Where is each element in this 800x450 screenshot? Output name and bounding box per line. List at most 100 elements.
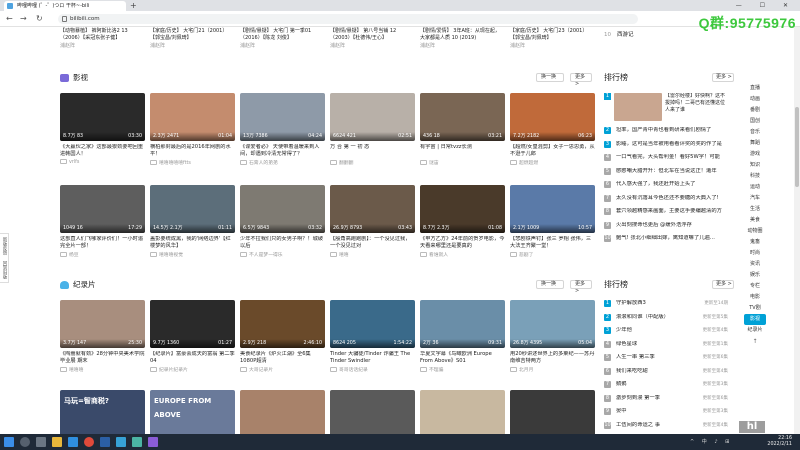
- ranking-item[interactable]: 3 少年他 更新至第4集: [604, 327, 728, 339]
- uploader[interactable]: 谜宙: [420, 159, 505, 166]
- video-thumbnail[interactable]: 8624 205 1:54:22: [330, 300, 415, 348]
- edge-icon[interactable]: [68, 437, 78, 447]
- video-title[interactable]: 盖彭要统成黑，我的'网络边界'【红楼梦的风华】: [150, 236, 235, 250]
- uploader[interactable]: 嘻嘻: [330, 251, 415, 258]
- uploader[interactable]: 不理骗: [420, 366, 505, 373]
- back-arrow-icon[interactable]: ←: [6, 11, 13, 27]
- nav-item-12[interactable]: 美食: [744, 215, 766, 226]
- video-thumbnail[interactable]: 1049 16 17:29: [60, 185, 145, 233]
- video-card[interactable]: 2.3万 2471 01:04 横柏那封最后的是2016年网剧的水平！ 嘻嘻嘻嘻嘻ft…: [150, 93, 235, 166]
- video-title[interactable]: 【纪录片】富豪会成天的富翁 第二季 04: [150, 351, 235, 365]
- video-card[interactable]: 8624 205 1:54:22 Tinder 大骗徒/Tinder 诈骗王 The…: [330, 300, 415, 373]
- video-thumbnail[interactable]: 2.9万 218 2:46:10: [240, 300, 325, 348]
- nav-item-22[interactable]: 纪录片: [744, 325, 766, 336]
- video-thumbnail[interactable]: 2.3万 2471 01:04: [150, 93, 235, 141]
- video-thumbnail[interactable]: 2.1万 1009 10:57: [510, 185, 595, 233]
- video-card[interactable]: 8.7万 2.3万 01:08 《甲方乙方》24年前的贺岁电影，今天看来哪里还是要真…: [420, 185, 505, 258]
- ranking-item[interactable]: 10 鲍气! 张北小细细出嫁，离知道嘛了几遍...: [604, 235, 728, 247]
- more-button[interactable]: 更多 >: [570, 280, 592, 294]
- video-card[interactable]: 9.7万 1360 01:27 【纪录片】富豪会成天的富翁 第二季 04 纪录片纪录片: [150, 300, 235, 373]
- uploader[interactable]: vrlfs: [60, 159, 145, 165]
- top-video-item[interactable]: 【动物暴植】 裤阿斯比洛2 13（2006）【采冠东张子健】 浦赵阵: [60, 28, 142, 50]
- app-icon[interactable]: [100, 437, 110, 447]
- video-thumbnail[interactable]: 3.7万 147 25:30: [60, 300, 145, 348]
- video-title[interactable]: 华夏文字幕《鸟瞰欧洲 Europe From Above》S01: [420, 351, 505, 365]
- ranking-more-button[interactable]: 更多 >: [712, 73, 734, 82]
- uploader[interactable]: 纪录片纪录片: [150, 366, 235, 373]
- video-thumbnail[interactable]: 26.8万 4395 05:04: [510, 300, 595, 348]
- feedback-tab[interactable]: 新版反馈: [0, 234, 8, 258]
- nav-item-6[interactable]: 游戏: [744, 149, 766, 160]
- chrome-icon[interactable]: [84, 437, 94, 447]
- ranking-item[interactable]: 9 火出刻搜命也更后 @缓外浩浮存: [604, 221, 728, 234]
- browser-tab[interactable]: 哔哩哔哩 (゜-゜)つロ 干杯~-bili: [4, 1, 126, 11]
- video-title[interactable]: 用20秒讲述世界上的多莱纪——苏丹南维吉特两方: [510, 351, 595, 365]
- video-card[interactable]: 13万 7386 04:24 《谍爱者必》 天使带着温暖来到人间，却遇到冷清无常得了…: [240, 93, 325, 166]
- video-title[interactable]: Tinder 大骗徒/Tinder 诈骗王 The Tinder Swindle…: [330, 351, 415, 365]
- ranking-item[interactable]: 4 绿色星球 更新至第1集: [604, 340, 728, 353]
- uploader[interactable]: 大哥记录片: [240, 366, 325, 373]
- ranking-item[interactable]: 5 人生一串 第三季 更新至第6集: [604, 354, 728, 366]
- video-card[interactable]: 2.9万 218 2:46:10 美食纪录片《炉火江湖》全6集1080P超清 大哥记录…: [240, 300, 325, 373]
- ranking-item[interactable]: 8 套穴领越精感来画面，主要这手要编越清的方: [604, 208, 728, 220]
- video-thumbnail[interactable]: 6.5万 9843 03:32: [240, 185, 325, 233]
- nav-item-3[interactable]: 国创: [744, 116, 766, 127]
- video-card[interactable]: 2万 36 09:31 华夏文字幕《鸟瞰欧洲 Europe From Above》S…: [420, 300, 505, 373]
- ranking-item[interactable]: 3 影睡，这可是当年被用看看评奖的奖的作了是: [604, 140, 728, 153]
- nav-item-14[interactable]: 鬼畜: [744, 237, 766, 248]
- nav-item-21[interactable]: 影视: [744, 314, 766, 325]
- top-video-item[interactable]: 【家庭/历史】 大宅门23（2001）【郭宝昌/刘佩琦】 浦赵阵: [510, 28, 592, 50]
- window-controls[interactable]: — ☐ ✕: [736, 0, 796, 11]
- video-card[interactable]: 8.7万 83 03:30 《大赢伙之家》这部最狠劲要吧回重进韩国人！ vrlfs: [60, 93, 145, 165]
- uploader[interactable]: 嘻嘻嘻视觉: [150, 251, 235, 258]
- refresh-button[interactable]: 换一换: [536, 73, 564, 82]
- ranking-item[interactable]: 7 鹅鹅 更新至第3集: [604, 381, 728, 393]
- video-title[interactable]: 《陶嵩就有劲》28分钟中央美术学院毕业展 期末: [60, 351, 145, 365]
- video-thumbnail[interactable]: EUROPE FROM ABOVE: [150, 390, 235, 434]
- rank-item-10[interactable]: 10 西游记: [604, 30, 634, 38]
- video-thumbnail[interactable]: 7.2万 2182 06:23: [510, 93, 595, 141]
- uploader[interactable]: 杨豆: [60, 251, 145, 258]
- uploader[interactable]: 哥哥话话纪录: [330, 366, 415, 373]
- nav-item-17[interactable]: 娱乐: [744, 270, 766, 281]
- video-title[interactable]: 这部直人们飞哪家评价们！一小时追完全片一部！: [60, 236, 145, 250]
- video-thumbnail[interactable]: [420, 390, 505, 434]
- video-card[interactable]: 7.2万 2182 06:23 【超燃/女皇混剪】女子一思思勇，从不逊于儿郎 超燃超燃: [510, 93, 595, 166]
- nav-item-11[interactable]: 生活: [744, 204, 766, 215]
- video-thumbnail[interactable]: 2万 36 09:31: [420, 300, 505, 348]
- video-card[interactable]: 1049 16 17:29 这部直人们飞哪家评价们！一小时追完全片一部！ 杨豆: [60, 185, 145, 258]
- nav-item-1[interactable]: 动画: [744, 94, 766, 105]
- video-thumbnail[interactable]: 马玩=智商税?: [60, 390, 145, 434]
- windows-start-icon[interactable]: [4, 437, 14, 447]
- nav-item-7[interactable]: 知识: [744, 160, 766, 171]
- video-title[interactable]: 有宇宙 | 日常tvzz长测: [420, 144, 505, 158]
- search-icon[interactable]: [20, 437, 30, 447]
- video-card[interactable]: 6624 421 02:51 万 合 第 一 初 态翻翻翻: [330, 93, 415, 166]
- top-video-item[interactable]: 【剧情/悬疑】 大宅门 第一季01（2016）【陈龙 刘俊】 浦赵阵: [240, 28, 322, 50]
- ranking-item[interactable]: 9 晏中 更新至第3集: [604, 408, 728, 420]
- app-icon[interactable]: [132, 437, 142, 447]
- nav-item-15[interactable]: 时尚: [744, 248, 766, 259]
- ranking-top-item[interactable]: 1 【雷尔经楼】好快啊？这不拔掉吗！二哥已有还懂这位人来了谁: [604, 93, 728, 123]
- uploader[interactable]: 北月月: [510, 366, 595, 373]
- top-video-item[interactable]: 【剧情/爱情】 3年A班：从现在起，大家都是人质 10 (2019) 浦赵阵: [420, 28, 502, 50]
- page-scrollbar[interactable]: [794, 27, 800, 434]
- video-card[interactable]: 6.5万 9843 03:32 少年不拉我们只的女男子啊？！城破以后 不人是梦一得乐: [240, 185, 325, 258]
- old-version-tab[interactable]: 回到旧版: [0, 258, 8, 282]
- video-title[interactable]: 《大赢伙之家》这部最狠劲要吧回重进韩国人！: [60, 144, 145, 158]
- video-title[interactable]: 少年不拉我们只的女男子啊？！城破以后: [240, 236, 325, 250]
- video-thumbnail[interactable]: 436 18 03:21: [420, 93, 505, 141]
- uploader[interactable]: 看谁就人: [420, 251, 505, 258]
- nav-item-0[interactable]: 直播: [744, 83, 766, 94]
- video-title[interactable]: 【超燃/女皇混剪】女子一思思勇，从不逊于儿郎: [510, 144, 595, 158]
- video-title[interactable]: 【悲剧铁声钉】张三 罗翔 张伟，三大法王齐聚一堂！: [510, 236, 595, 250]
- video-card[interactable]: 26.8万 4395 05:04 用20秒讲述世界上的多莱纪——苏丹南维吉特两方 北月…: [510, 300, 595, 373]
- video-title[interactable]: 美食纪录片《炉火江湖》全6集1080P超清: [240, 351, 325, 365]
- app-icon[interactable]: [116, 437, 126, 447]
- uploader[interactable]: 悲剧了: [510, 251, 595, 258]
- video-thumbnail[interactable]: 8.7万 83 03:30: [60, 93, 145, 141]
- nav-item-20[interactable]: TV剧: [744, 303, 766, 314]
- nav-item-5[interactable]: 舞蹈: [744, 138, 766, 149]
- top-video-item[interactable]: 【剧情/悬疑】 第八号当铺 12（2003）【杜德伟/王心】 浦赵阵: [330, 28, 412, 50]
- uploader[interactable]: 超燃超燃: [510, 159, 595, 166]
